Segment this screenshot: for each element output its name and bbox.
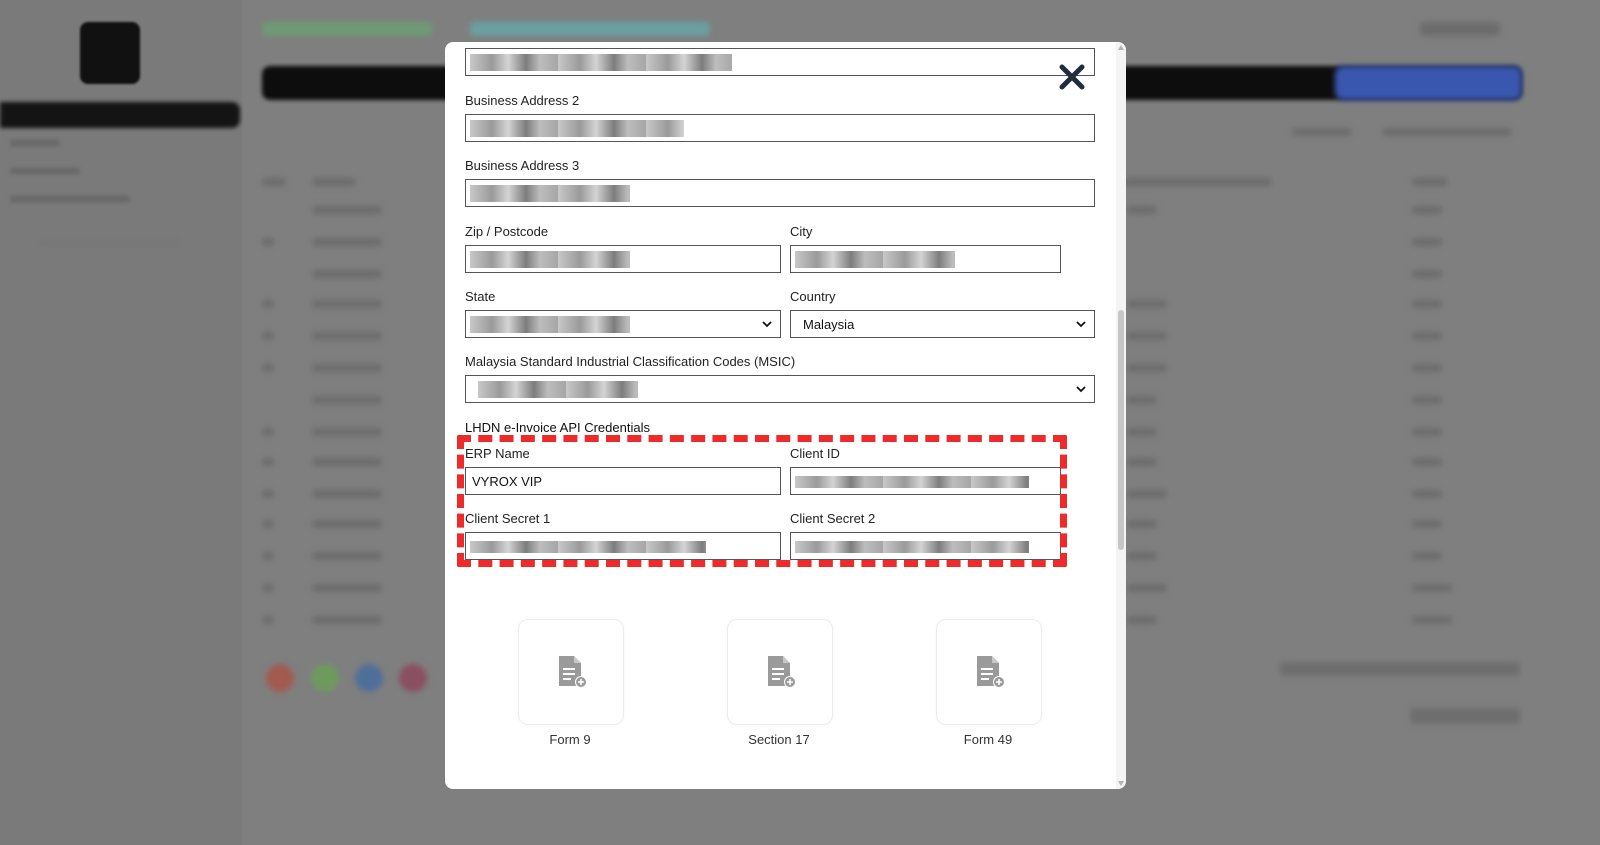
api-credentials-heading: LHDN e-Invoice API Credentials: [465, 420, 650, 435]
client-id-label: Client ID: [790, 446, 840, 461]
redacted-value: [470, 316, 630, 333]
state-label: State: [465, 289, 496, 304]
document-add-icon: [977, 656, 1005, 688]
form-9-label: Form 9: [549, 732, 591, 747]
chevron-down-icon: [1076, 321, 1086, 328]
client-secret-1-label: Client Secret 1: [465, 511, 551, 526]
chevron-down-icon: [1076, 386, 1086, 393]
business-address-2-label: Business Address 2: [465, 93, 580, 108]
background-page-size: [1410, 708, 1520, 724]
client-secret-2-label: Client Secret 2: [790, 511, 876, 526]
client-secret-1-field[interactable]: [465, 532, 781, 560]
zip-postcode-field[interactable]: [465, 245, 781, 273]
document-add-icon: [559, 656, 587, 688]
country-select[interactable]: Malaysia: [790, 310, 1095, 338]
redacted-value: [470, 251, 630, 268]
scroll-up-arrow-icon[interactable]: [1118, 45, 1124, 50]
section-17-label: Section 17: [748, 732, 810, 747]
background-sidebar-line: [10, 168, 80, 174]
city-field[interactable]: [790, 245, 1061, 273]
background-user-menu: [1420, 22, 1500, 36]
background-sidebar-line: [40, 240, 180, 246]
country-selected-value: Malaysia: [803, 317, 855, 332]
client-id-field[interactable]: [790, 467, 1061, 495]
close-x-icon: [1059, 64, 1085, 90]
zip-postcode-label: Zip / Postcode: [465, 224, 549, 239]
redacted-value: [470, 185, 630, 202]
business-address-2-field[interactable]: [465, 114, 1095, 142]
scroll-down-arrow-icon[interactable]: [1118, 781, 1124, 786]
business-address-3-label: Business Address 3: [465, 158, 580, 173]
redacted-value: [470, 54, 732, 71]
background-tab: [470, 22, 710, 36]
background-toolbar-button: [1335, 66, 1522, 100]
erp-name-label: ERP Name: [465, 446, 530, 461]
scrollbar-thumb[interactable]: [1118, 310, 1124, 550]
business-address-3-field[interactable]: [465, 179, 1095, 207]
background-sidebar-line: [10, 196, 130, 202]
background-logo: [80, 22, 140, 84]
background-pagination: [1280, 662, 1520, 676]
background-tab: [262, 22, 432, 36]
country-label: Country: [790, 289, 836, 304]
redacted-value: [795, 541, 1029, 553]
close-button[interactable]: [1055, 60, 1089, 94]
business-address-1-field[interactable]: [465, 48, 1095, 76]
redacted-value: [478, 381, 638, 398]
modal-scrollbar[interactable]: [1116, 42, 1126, 789]
form-49-card[interactable]: [936, 619, 1042, 725]
redacted-value: [795, 251, 955, 268]
background-sidebar-line: [10, 140, 60, 146]
chevron-down-icon: [762, 321, 772, 328]
erp-name-input[interactable]: [465, 467, 781, 495]
form-9-card[interactable]: [518, 619, 624, 725]
msic-select[interactable]: [465, 375, 1095, 403]
msic-label: Malaysia Standard Industrial Classificat…: [465, 354, 796, 369]
background-sidebar-active-item: [0, 102, 240, 128]
company-profile-modal: Business Address 2 Business Address 3 Zi…: [445, 42, 1126, 789]
redacted-value: [470, 120, 684, 137]
redacted-value: [795, 476, 1029, 488]
city-label: City: [790, 224, 813, 239]
document-add-icon: [768, 656, 796, 688]
redacted-value: [470, 541, 706, 553]
section-17-card[interactable]: [727, 619, 833, 725]
state-select[interactable]: [465, 310, 781, 338]
client-secret-2-field[interactable]: [790, 532, 1061, 560]
form-49-label: Form 49: [963, 732, 1013, 747]
